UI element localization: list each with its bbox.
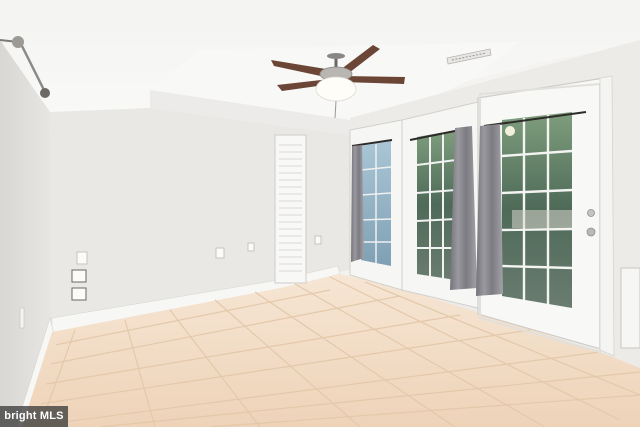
washer-box bbox=[71, 287, 87, 301]
door-lock bbox=[587, 209, 595, 217]
outlet-4 bbox=[314, 235, 322, 245]
outlet-1 bbox=[76, 251, 88, 265]
dryer-outlet bbox=[71, 269, 87, 283]
door-trim bbox=[599, 75, 615, 357]
door-handle bbox=[586, 227, 596, 237]
outlet-3 bbox=[247, 242, 255, 252]
outlet-2 bbox=[215, 247, 225, 259]
curtain-left bbox=[351, 145, 364, 262]
wall-panel bbox=[620, 267, 640, 349]
louvered-door bbox=[274, 134, 307, 284]
curtain-right bbox=[476, 124, 503, 296]
outlet-left-wall bbox=[19, 307, 25, 329]
fan-light bbox=[315, 76, 357, 102]
watermark-logo: bright MLS bbox=[0, 406, 68, 427]
room-photo: bright MLS bbox=[0, 0, 640, 427]
door-light bbox=[505, 126, 515, 136]
room-illustration bbox=[0, 0, 640, 427]
